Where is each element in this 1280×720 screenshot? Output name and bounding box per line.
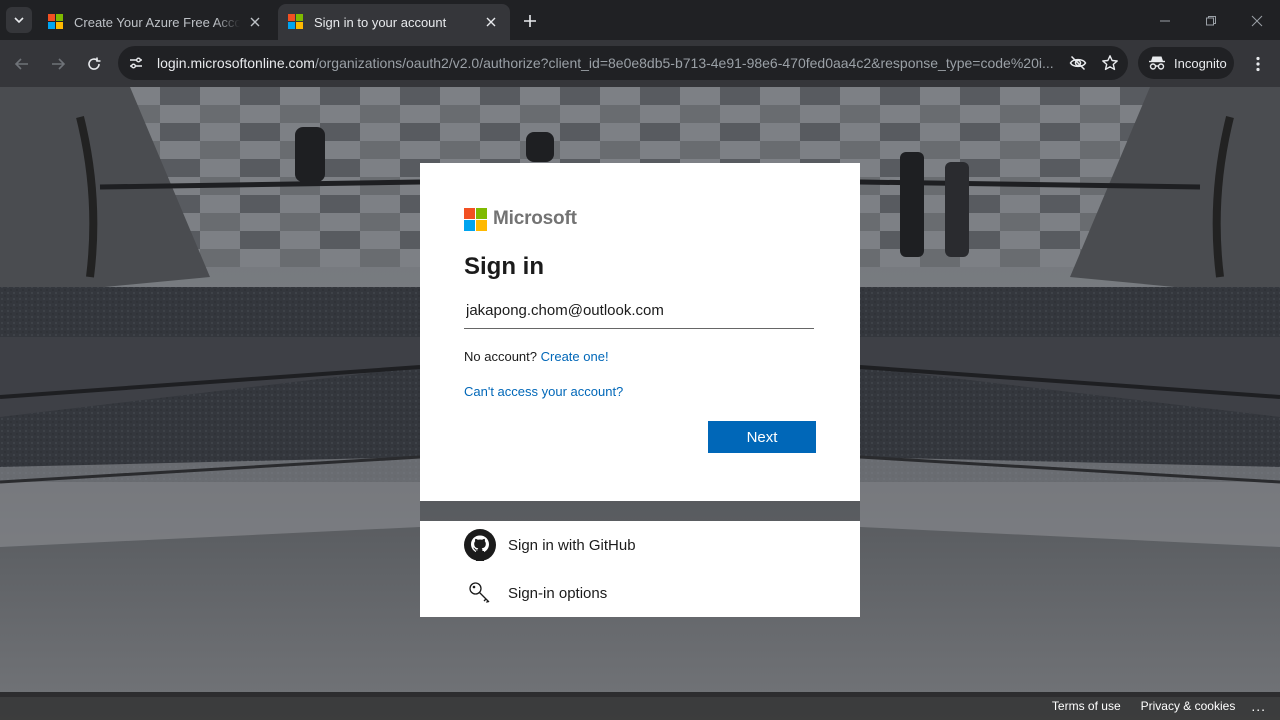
reload-icon [88,57,101,70]
forward-button[interactable] [45,51,71,77]
page-viewport: Microsoft Sign in No account? Create one… [0,87,1280,720]
arrow-right-icon [52,58,66,70]
signin-with-github-button[interactable]: Sign in with GitHub [464,525,824,565]
key-icon [464,577,496,609]
signin-options-label: Sign-in options [508,584,608,602]
incognito-label: Incognito [1174,55,1227,71]
arrow-left-icon [14,58,28,70]
page-title: Sign in [464,253,544,280]
next-button[interactable]: Next [708,421,816,453]
terms-of-use-link[interactable]: Terms of use [1052,699,1121,713]
github-label: Sign in with GitHub [508,536,636,554]
reload-button[interactable] [81,51,107,77]
incognito-icon [1149,56,1165,70]
signin-options-card: Sign in with GitHub Sign-in options [420,521,860,617]
url-text[interactable]: login.microsoftonline.com/organizations/… [157,55,1064,71]
no-account-row: No account? Create one! [464,349,816,364]
browser-toolbar: login.microsoftonline.com/organizations/… [0,40,1280,87]
plus-icon [524,15,536,27]
browser-menu-button[interactable] [1247,51,1269,77]
tracking-protection-button[interactable] [1064,49,1092,77]
privacy-cookies-link[interactable]: Privacy & cookies [1141,699,1236,713]
close-window-button[interactable] [1246,10,1268,32]
email-field[interactable] [464,293,814,329]
restore-icon [1206,16,1216,26]
tune-icon [130,57,142,69]
bookmark-star-button[interactable] [1096,49,1124,77]
microsoft-brand: Microsoft [464,207,816,231]
minimize-icon [1160,20,1170,22]
tab-sign-in[interactable]: Sign in to your account [278,4,510,40]
github-icon [464,529,496,561]
close-icon [1251,15,1263,27]
incognito-indicator[interactable]: Incognito [1138,47,1234,79]
tab-search-button[interactable] [6,7,32,33]
page-footer: Terms of use Privacy & cookies ... [0,692,1280,720]
star-icon [1102,55,1118,71]
new-tab-button[interactable] [519,10,541,32]
more-vertical-icon [1256,56,1260,72]
signin-options-button[interactable]: Sign-in options [464,573,824,613]
tab-azure-free-account[interactable]: Create Your Azure Free Account [38,4,274,40]
microsoft-logo-icon [464,207,487,231]
close-tab-icon[interactable] [246,13,264,31]
brand-name: Microsoft [493,208,577,229]
signin-card: Microsoft Sign in No account? Create one… [420,163,860,501]
footer-more-button[interactable]: ... [1251,698,1266,714]
back-button[interactable] [9,51,35,77]
microsoft-favicon-icon [288,14,304,30]
create-account-link[interactable]: Create one! [541,349,609,364]
tab-title: Sign in to your account [314,14,447,30]
cant-access-account-link[interactable]: Can't access your account? [464,384,623,399]
address-bar[interactable]: login.microsoftonline.com/organizations/… [118,46,1128,80]
url-host: login.microsoftonline.com [157,55,315,71]
no-account-text: No account? [464,349,537,364]
restore-window-button[interactable] [1200,10,1222,32]
url-path: /organizations/oauth2/v2.0/authorize?cli… [314,55,1054,71]
microsoft-favicon-icon [48,14,64,30]
tab-title: Create Your Azure Free Account [74,14,240,30]
eye-off-icon [1069,55,1087,71]
close-tab-icon[interactable] [482,13,500,31]
site-info-button[interactable] [121,48,151,78]
browser-tabstrip: Create Your Azure Free Account Sign in t… [0,0,1280,40]
minimize-window-button[interactable] [1154,10,1176,32]
chevron-down-icon [14,17,24,24]
